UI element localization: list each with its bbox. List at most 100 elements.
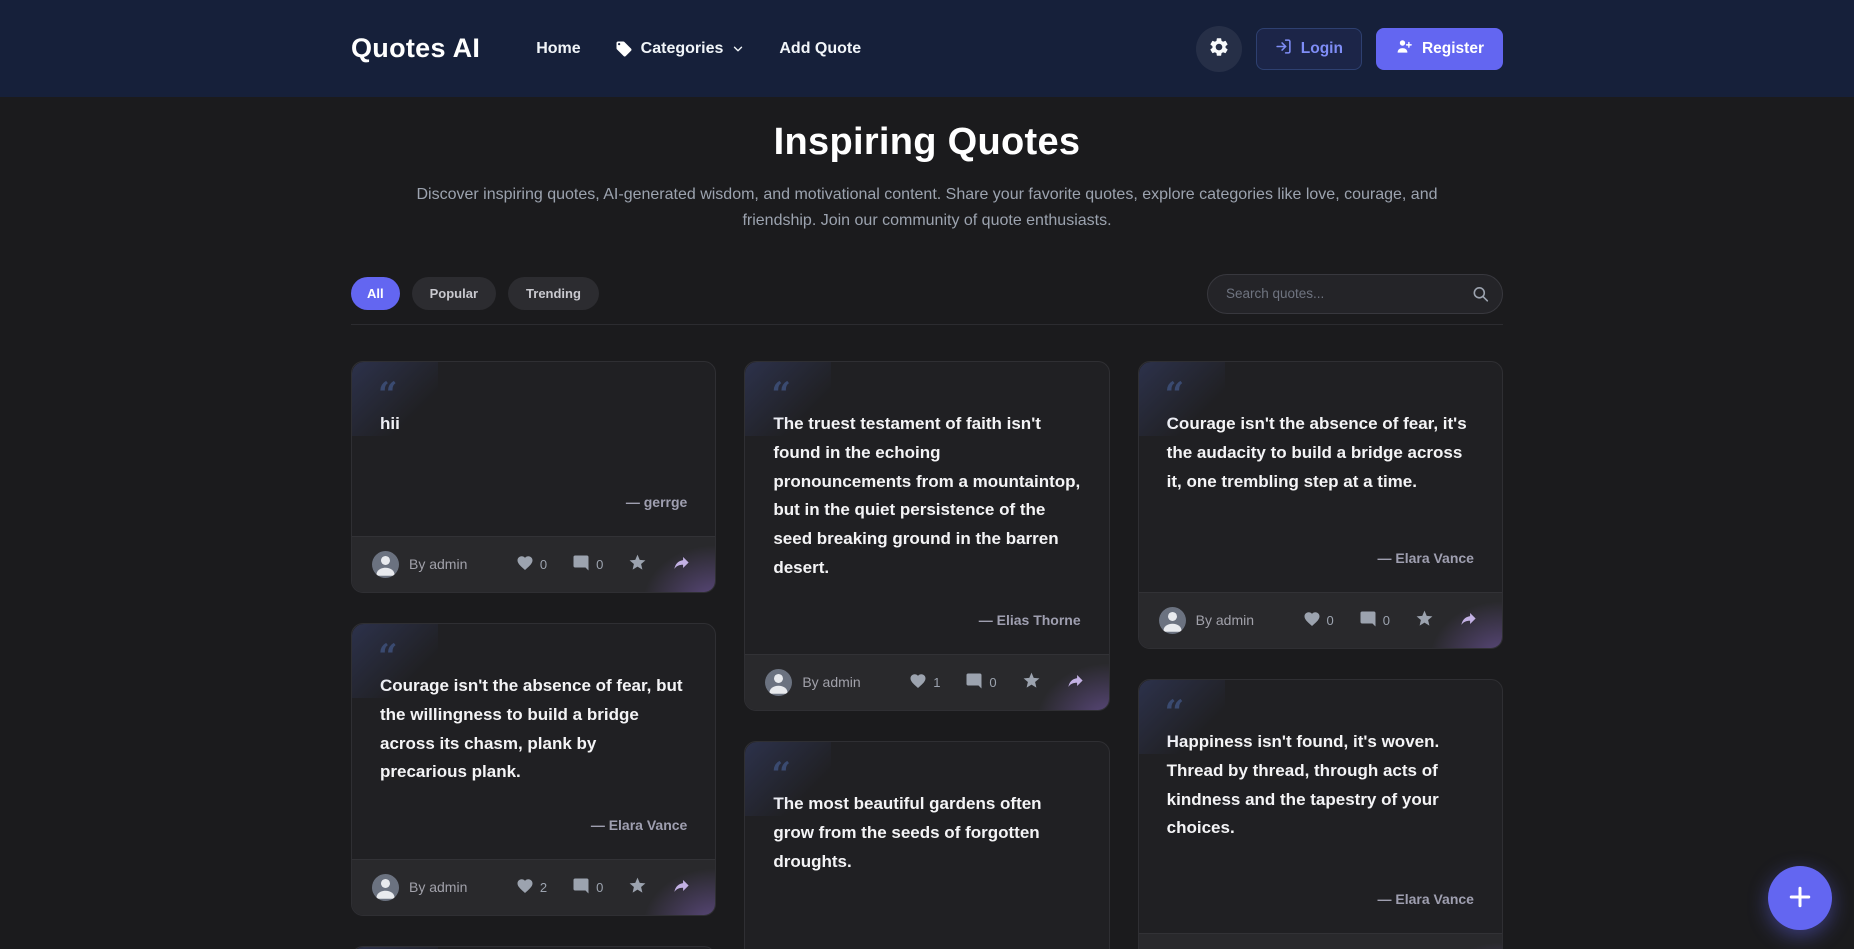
quote-card: “ Courage isn't the absence of fear, it'… xyxy=(1138,361,1503,649)
nav-links: Home Categories Add Quote xyxy=(536,40,861,58)
filter-tab-all[interactable]: All xyxy=(351,277,400,310)
quote-card-footer: By admin 1 0 xyxy=(745,654,1108,710)
comment-icon xyxy=(572,877,590,898)
like-button[interactable]: 0 xyxy=(1303,610,1334,631)
quote-card-footer: By admin 0 0 xyxy=(352,536,715,592)
page-subtitle: Discover inspiring quotes, AI-generated … xyxy=(379,182,1475,234)
heart-icon xyxy=(1303,610,1321,631)
comment-icon xyxy=(1359,610,1377,631)
share-icon xyxy=(672,876,691,898)
like-count: 0 xyxy=(540,557,547,572)
quote-card: “ The most beautiful gardens often grow … xyxy=(744,741,1109,949)
quote-card-body: “ The most beautiful gardens often grow … xyxy=(745,742,1108,949)
quote-card: “ Happiness isn't found, it's woven. Thr… xyxy=(1138,679,1503,949)
share-button[interactable] xyxy=(672,553,691,575)
comment-count: 0 xyxy=(1383,613,1390,628)
filter-toolbar: All Popular Trending xyxy=(351,274,1503,325)
avatar xyxy=(372,874,399,901)
nav-categories[interactable]: Categories xyxy=(615,40,746,58)
nav-add-quote[interactable]: Add Quote xyxy=(779,40,861,58)
author-byline[interactable]: By admin xyxy=(372,874,467,901)
quote-text: Courage isn't the absence of fear, but t… xyxy=(380,672,687,799)
favorite-button[interactable] xyxy=(628,553,647,575)
by-label: By admin xyxy=(802,674,860,690)
quote-text: The truest testament of faith isn't foun… xyxy=(773,410,1080,594)
comment-count: 0 xyxy=(596,880,603,895)
quote-card-footer: By admin 0 0 xyxy=(1139,592,1502,648)
quote-mark-icon: “ xyxy=(771,758,791,792)
register-button[interactable]: Register xyxy=(1376,28,1503,70)
card-stats: 0 0 xyxy=(1303,609,1482,631)
avatar xyxy=(372,551,399,578)
comment-count: 0 xyxy=(596,557,603,572)
quote-text: hii xyxy=(380,410,687,476)
like-count: 0 xyxy=(1327,613,1334,628)
heart-icon xyxy=(909,672,927,693)
like-button[interactable]: 2 xyxy=(516,877,547,898)
brand-logo[interactable]: Quotes AI xyxy=(351,33,480,64)
share-button[interactable] xyxy=(1459,609,1478,631)
grid-column-1: “ hii — gerrge By admin 0 xyxy=(351,361,716,949)
quote-text: Courage isn't the absence of fear, it's … xyxy=(1167,410,1474,532)
avatar xyxy=(1159,607,1186,634)
avatar xyxy=(765,669,792,696)
tag-icon xyxy=(615,40,633,58)
author-byline[interactable]: By admin xyxy=(765,669,860,696)
card-stats: 1 0 xyxy=(909,671,1088,693)
settings-button[interactable] xyxy=(1196,26,1242,72)
author-byline[interactable]: By admin xyxy=(1159,607,1254,634)
quote-author: — Elara Vance xyxy=(380,817,687,833)
star-icon xyxy=(1022,671,1041,693)
star-icon xyxy=(628,876,647,898)
add-quote-fab[interactable] xyxy=(1768,866,1832,930)
filter-tab-trending[interactable]: Trending xyxy=(508,277,599,310)
login-button[interactable]: Login xyxy=(1256,28,1362,70)
comment-button[interactable]: 0 xyxy=(1359,610,1390,631)
share-button[interactable] xyxy=(1066,671,1085,693)
filter-pills: All Popular Trending xyxy=(351,277,599,310)
by-label: By admin xyxy=(409,879,467,895)
star-icon xyxy=(1415,609,1434,631)
comment-button[interactable]: 0 xyxy=(965,672,996,693)
page-title: Inspiring Quotes xyxy=(0,121,1854,164)
quote-card-body: “ Courage isn't the absence of fear, but… xyxy=(352,624,715,859)
filter-tab-popular[interactable]: Popular xyxy=(412,277,496,310)
quote-card-footer xyxy=(1139,933,1502,949)
quote-card: “ Courage isn't the absence of fear, but… xyxy=(351,623,716,916)
quote-mark-icon: “ xyxy=(378,378,398,412)
favorite-button[interactable] xyxy=(1415,609,1434,631)
favorite-button[interactable] xyxy=(1022,671,1041,693)
heart-icon xyxy=(516,877,534,898)
quote-card-body: “ The truest testament of faith isn't fo… xyxy=(745,362,1108,654)
like-button[interactable]: 1 xyxy=(909,672,940,693)
share-icon xyxy=(1066,671,1085,693)
comment-button[interactable]: 0 xyxy=(572,877,603,898)
search-box xyxy=(1207,274,1503,314)
by-label: By admin xyxy=(1196,612,1254,628)
share-icon xyxy=(672,553,691,575)
favorite-button[interactable] xyxy=(628,876,647,898)
grid-column-2: “ The truest testament of faith isn't fo… xyxy=(744,361,1109,949)
quote-author: — gerrge xyxy=(380,494,687,510)
star-icon xyxy=(628,553,647,575)
chevron-down-icon xyxy=(731,42,745,56)
share-button[interactable] xyxy=(672,876,691,898)
card-stats: 0 0 xyxy=(516,553,695,575)
quote-card-body: “ hii — gerrge xyxy=(352,362,715,536)
share-icon xyxy=(1459,609,1478,631)
gear-icon xyxy=(1208,36,1230,61)
hero-section: Inspiring Quotes Discover inspiring quot… xyxy=(0,97,1854,234)
quote-mark-icon: “ xyxy=(1165,696,1185,730)
like-button[interactable]: 0 xyxy=(516,554,547,575)
quote-author: — Elara Vance xyxy=(1167,550,1474,566)
login-icon xyxy=(1275,38,1292,60)
author-byline[interactable]: By admin xyxy=(372,551,467,578)
user-plus-icon xyxy=(1395,37,1413,60)
search-input[interactable] xyxy=(1207,274,1503,314)
quote-mark-icon: “ xyxy=(378,640,398,674)
comment-button[interactable]: 0 xyxy=(572,554,603,575)
heart-icon xyxy=(516,554,534,575)
like-count: 1 xyxy=(933,675,940,690)
quote-card-body: “ Happiness isn't found, it's woven. Thr… xyxy=(1139,680,1502,933)
nav-home[interactable]: Home xyxy=(536,40,580,58)
